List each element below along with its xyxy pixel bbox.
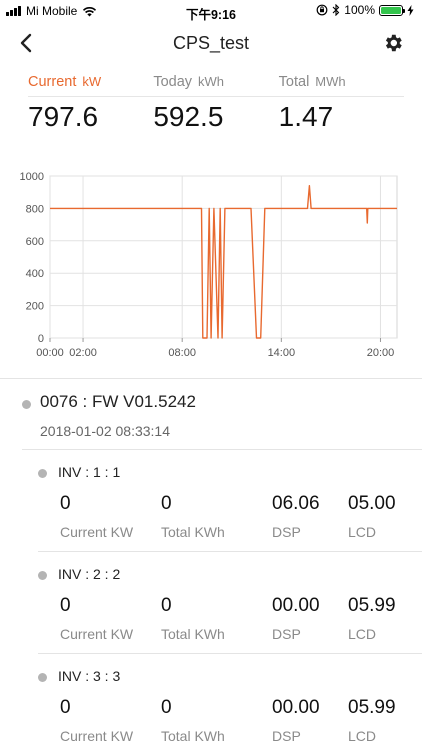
inverter-dsp-label: DSP	[272, 626, 301, 642]
inverter-dsp-value: 00.00	[272, 595, 320, 616]
inverter-total-value: 0	[161, 697, 172, 718]
bluetooth-icon	[332, 4, 340, 16]
nav-bar: CPS_test	[0, 26, 422, 62]
battery-percent: 100%	[344, 3, 375, 17]
inverter-name: INV : 2 : 2	[58, 566, 121, 582]
inverter-lcd-value: 05.99	[348, 595, 396, 616]
page-title: CPS_test	[172, 33, 250, 53]
inverter-current-label: Current KW	[60, 626, 134, 642]
status-right: 100%	[316, 3, 414, 17]
inverter-dsp-value: 06.06	[272, 493, 320, 514]
battery-icon	[379, 4, 405, 16]
inverter-current-value: 0	[60, 697, 71, 718]
y-tick-label: 0	[38, 333, 44, 345]
x-tick-label: 02:00	[69, 347, 97, 359]
inverter-status-dot	[38, 571, 47, 580]
y-tick-label: 1000	[20, 171, 44, 183]
today-label: Today	[153, 74, 193, 90]
device-section: 0076 : FW V01.5242 2018-01-02 08:33:14 I…	[0, 380, 422, 756]
today-energy-tab[interactable]: Today kWh	[153, 74, 278, 90]
inverter-total-value: 0	[161, 493, 172, 514]
total-energy-tab[interactable]: Total MWh	[279, 74, 404, 90]
y-tick-label: 600	[26, 236, 44, 248]
inverter-status-dot	[38, 469, 47, 478]
inverter-total-label: Total KWh	[161, 626, 225, 642]
current-label: Current	[28, 74, 77, 90]
status-bar: Mi Mobile 下午9:16 100%	[0, 0, 422, 22]
x-tick-label: 20:00	[367, 347, 395, 359]
power-chart-svg: 0 200 400 600 800 1000 00:00 02:00 08:00 14:00 20:…	[20, 171, 398, 359]
inverter-total-label: Total KWh	[161, 728, 225, 744]
inverter-current-label: Current KW	[60, 524, 134, 540]
today-unit: kWh	[198, 74, 225, 89]
current-power-value: 797.6	[28, 101, 99, 132]
total-energy-value: 1.47	[278, 101, 334, 132]
inverter-row[interactable]: INV : 3 : 3 0 0 00.00 05.99 Current KW T…	[38, 654, 422, 756]
current-unit: kW	[82, 74, 102, 89]
inverter-current-label: Current KW	[60, 728, 134, 744]
current-power-tab[interactable]: Current kW	[28, 74, 153, 90]
inverter-total-label: Total KWh	[161, 524, 225, 540]
device-header[interactable]: 0076 : FW V01.5242 2018-01-02 08:33:14	[22, 380, 422, 450]
y-tick-label: 800	[26, 203, 44, 215]
inverter-lcd-label: LCD	[348, 626, 377, 642]
charging-icon	[407, 4, 414, 16]
inverter-dsp-value: 00.00	[272, 697, 320, 718]
inverter-dsp-label: DSP	[272, 524, 301, 540]
inverter-lcd-value: 05.99	[348, 697, 396, 718]
inverter-lcd-value: 05.00	[348, 493, 396, 514]
inverter-current-value: 0	[60, 595, 71, 616]
gear-icon[interactable]	[382, 32, 404, 54]
orientation-lock-icon	[316, 4, 328, 16]
total-label: Total	[278, 74, 310, 90]
y-tick-label: 400	[26, 268, 44, 280]
device-status-dot	[22, 400, 31, 409]
device-timestamp: 2018-01-02 08:33:14	[40, 423, 170, 439]
power-chart: 0 200 400 600 800 1000 00:00 02:00 08:00 14:00 20:…	[0, 166, 422, 366]
x-tick-label: 14:00	[268, 347, 296, 359]
inverter-total-value: 0	[161, 595, 172, 616]
inverter-row[interactable]: INV : 1 : 1 0 0 06.06 05.00 Current KW T…	[38, 450, 422, 552]
inverter-current-value: 0	[60, 493, 71, 514]
x-tick-label: 08:00	[168, 347, 196, 359]
inverter-status-dot	[38, 673, 47, 682]
inverter-lcd-label: LCD	[348, 728, 377, 744]
device-name: 0076 : FW V01.5242	[40, 392, 196, 411]
y-tick-label: 200	[26, 301, 44, 313]
inverter-row[interactable]: INV : 2 : 2 0 0 00.00 05.99 Current KW T…	[38, 552, 422, 654]
section-divider	[0, 378, 422, 379]
inverter-name: INV : 1 : 1	[58, 464, 121, 480]
total-unit: MWh	[315, 74, 346, 89]
inverter-name: INV : 3 : 3	[58, 668, 121, 684]
x-tick-label: 00:00	[36, 347, 64, 359]
inverter-dsp-label: DSP	[272, 728, 301, 744]
energy-summary: Current kW Today kWh Total MWh 797.6 592.5 …	[28, 74, 404, 133]
inverter-lcd-label: LCD	[348, 524, 377, 540]
today-energy-value: 592.5	[153, 101, 224, 132]
